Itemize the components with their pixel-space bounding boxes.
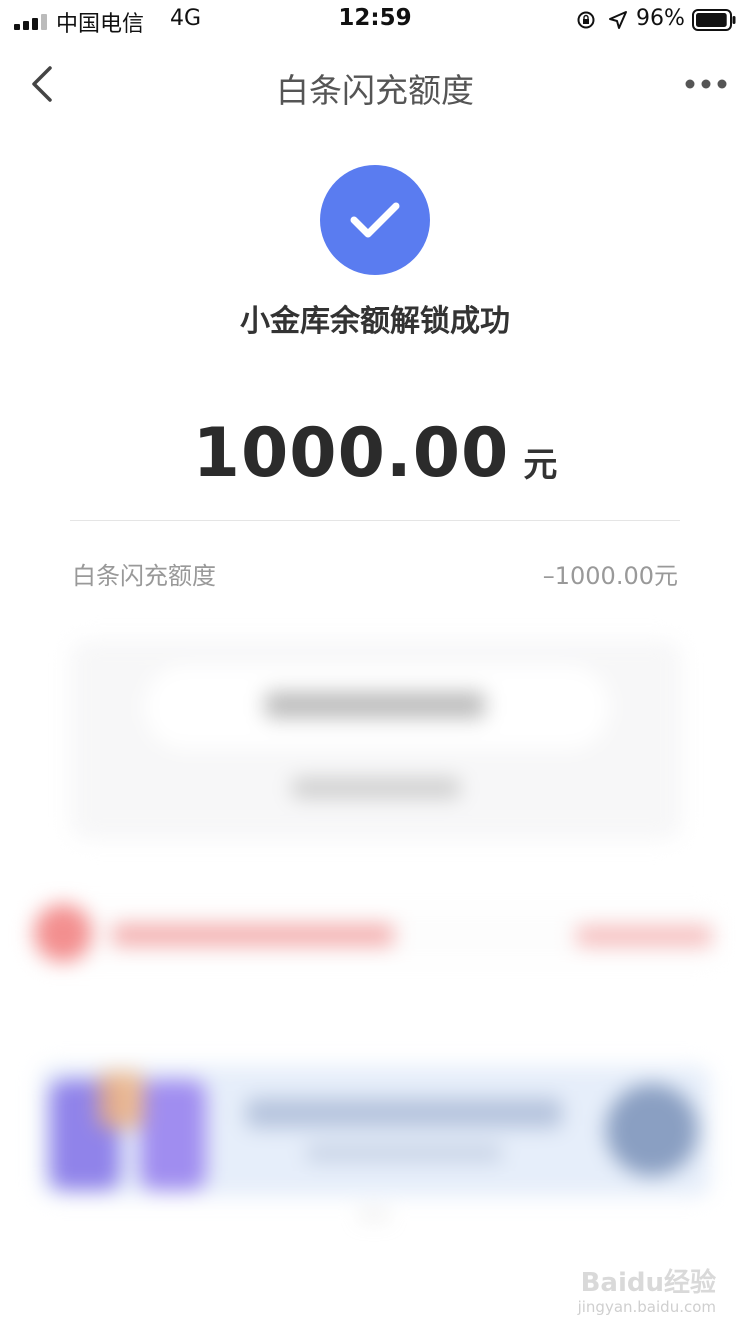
amount-display: 1000.00 元: [0, 414, 750, 493]
nav-bar: 白条闪充额度: [0, 44, 750, 124]
blurred-content: [0, 610, 750, 1334]
detail-label: 白条闪充额度: [72, 562, 216, 590]
blurred-banner-title: [246, 1098, 562, 1128]
blurred-secondary-link[interactable]: [292, 778, 460, 798]
success-message: 小金库余额解锁成功: [240, 304, 510, 339]
location-arrow-icon: [609, 11, 627, 29]
carousel-dots: [362, 1204, 402, 1219]
watermark-logo: Baidu经验: [580, 1268, 716, 1298]
battery-icon: [692, 9, 736, 31]
more-dots-icon[interactable]: [684, 72, 728, 96]
blurred-banner-subtitle: [306, 1144, 502, 1162]
check-circle-icon: [320, 165, 430, 275]
status-bar: 中国电信 4G 12:59 96%: [0, 0, 750, 40]
watermark-url: jingyan.baidu.com: [577, 1298, 716, 1316]
blurred-button-label: [265, 692, 485, 718]
blurred-promo-link[interactable]: [576, 926, 712, 946]
rotation-lock-icon: [577, 11, 595, 29]
banner-illustration: [98, 1072, 144, 1128]
amount-value: 1000.00: [192, 414, 510, 493]
divider: [70, 520, 680, 521]
detail-value: –1000.00元: [542, 562, 678, 590]
page-title: 白条闪充额度: [276, 71, 474, 110]
banner-illustration: [140, 1080, 206, 1190]
banner-badge: [606, 1084, 698, 1176]
blurred-promo-text: [112, 924, 394, 946]
amount-unit: 元: [523, 445, 558, 485]
promo-icon: [34, 904, 92, 962]
watermark: Baidu经验 jingyan.baidu.com: [566, 1262, 716, 1322]
battery-percent: 96%: [636, 6, 685, 31]
